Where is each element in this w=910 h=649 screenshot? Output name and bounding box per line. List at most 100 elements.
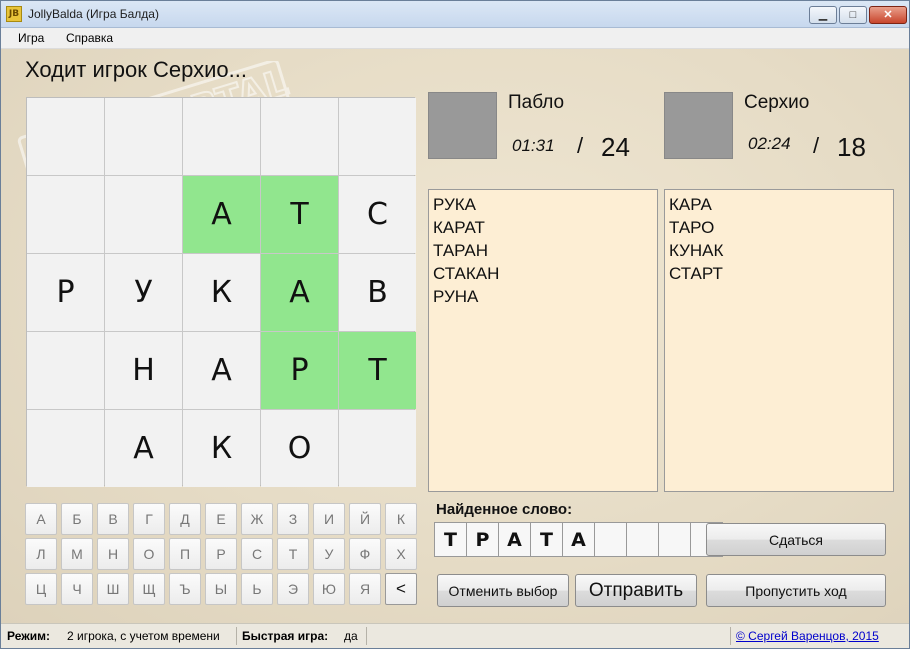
board-cell[interactable] xyxy=(27,176,104,253)
found-letter-cell xyxy=(658,522,691,557)
word-item: КУНАК xyxy=(669,241,724,260)
board-cell[interactable] xyxy=(27,98,104,175)
letter-key[interactable]: О xyxy=(133,538,165,570)
player2-name: Серхио xyxy=(744,92,810,113)
submit-button[interactable]: Отправить xyxy=(575,574,697,607)
board-cell[interactable]: А xyxy=(183,176,260,253)
word-item: СТАКАН xyxy=(433,264,500,283)
status-separator xyxy=(730,627,731,645)
letter-key[interactable]: Ь xyxy=(241,573,273,605)
board-cell[interactable] xyxy=(261,98,338,175)
letter-key[interactable]: В xyxy=(97,503,129,535)
menu-bar: Игра Справка xyxy=(1,28,909,49)
letter-key[interactable]: Г xyxy=(133,503,165,535)
letter-key[interactable]: Д xyxy=(169,503,201,535)
letter-key[interactable]: Р xyxy=(205,538,237,570)
board-cell[interactable]: С xyxy=(339,176,416,253)
found-letter-cell xyxy=(594,522,627,557)
board-cell[interactable] xyxy=(183,98,260,175)
letter-key[interactable]: Я xyxy=(349,573,381,605)
board-cell[interactable]: Н xyxy=(105,332,182,409)
player1-name: Пабло xyxy=(508,92,565,113)
skip-turn-button[interactable]: Пропустить ход xyxy=(706,574,886,607)
board-cell[interactable]: К xyxy=(183,254,260,331)
player1-slash: / xyxy=(577,133,584,158)
backspace-key[interactable]: < xyxy=(385,573,417,605)
board-cell[interactable] xyxy=(27,332,104,409)
close-button[interactable]: ✕ xyxy=(869,6,907,24)
maximize-button[interactable]: □ xyxy=(839,6,867,24)
game-board: АТСРУКАВНАРТАКО xyxy=(26,97,416,487)
letter-key[interactable]: Ф xyxy=(349,538,381,570)
letter-key[interactable]: З xyxy=(277,503,309,535)
board-cell[interactable] xyxy=(339,410,416,487)
player1-word-list[interactable]: РУКА КАРАТ ТАРАН СТАКАН РУНА xyxy=(428,189,658,492)
letter-key[interactable]: У xyxy=(313,538,345,570)
letter-key[interactable]: Ц xyxy=(25,573,57,605)
menu-game[interactable]: Игра xyxy=(18,31,44,45)
quick-game-label: Быстрая игра: xyxy=(242,629,329,643)
letter-key[interactable]: Л xyxy=(25,538,57,570)
board-cell[interactable]: В xyxy=(339,254,416,331)
board-cell[interactable]: А xyxy=(105,410,182,487)
status-bar: Режим: 2 игрока, с учетом времени Быстра… xyxy=(1,623,909,648)
letter-key[interactable]: П xyxy=(169,538,201,570)
letter-key[interactable]: Ж xyxy=(241,503,273,535)
board-cell[interactable]: А xyxy=(261,254,338,331)
board-cell[interactable]: А xyxy=(183,332,260,409)
player2-slash: / xyxy=(813,133,820,158)
letter-key[interactable]: Н xyxy=(97,538,129,570)
found-word-cells: ТРАТА xyxy=(434,522,723,557)
board-cell[interactable]: О xyxy=(261,410,338,487)
player2-time: 02:24 xyxy=(748,134,791,153)
found-letter-cell: Т xyxy=(530,522,563,557)
cancel-selection-button[interactable]: Отменить выбор xyxy=(437,574,569,607)
player1-score: 24 xyxy=(601,132,630,162)
letter-key[interactable]: Э xyxy=(277,573,309,605)
letter-key[interactable]: Й xyxy=(349,503,381,535)
letter-key[interactable]: Е xyxy=(205,503,237,535)
word-item: РУКА xyxy=(433,195,477,214)
surrender-button[interactable]: Сдаться xyxy=(706,523,886,556)
board-cell[interactable]: Т xyxy=(339,332,416,409)
word-item: КАРА xyxy=(669,195,712,214)
letter-key[interactable]: Ъ xyxy=(169,573,201,605)
status-separator xyxy=(236,627,237,645)
found-letter-cell: Р xyxy=(466,522,499,557)
board-cell[interactable]: У xyxy=(105,254,182,331)
board-cell[interactable]: Т xyxy=(261,176,338,253)
menu-help[interactable]: Справка xyxy=(66,31,113,45)
status-separator xyxy=(366,627,367,645)
turn-indicator: Ходит игрок Серхио... xyxy=(25,57,247,82)
board-cell[interactable]: К xyxy=(183,410,260,487)
letter-key[interactable]: Щ xyxy=(133,573,165,605)
letter-key[interactable]: Ш xyxy=(97,573,129,605)
title-bar[interactable]: JB JollyBalda (Игра Балда) ▁ □ ✕ xyxy=(1,1,909,28)
minimize-button[interactable]: ▁ xyxy=(809,6,837,24)
letter-key[interactable]: Х xyxy=(385,538,417,570)
letter-key[interactable]: Т xyxy=(277,538,309,570)
letter-key[interactable]: И xyxy=(313,503,345,535)
board-cell[interactable]: Р xyxy=(27,254,104,331)
board-cell[interactable]: Р xyxy=(261,332,338,409)
board-cell[interactable] xyxy=(105,176,182,253)
app-window: JB JollyBalda (Игра Балда) ▁ □ ✕ Игра Сп… xyxy=(0,0,910,649)
mode-value: 2 игрока, с учетом времени xyxy=(67,629,220,643)
player1-time: 01:31 xyxy=(512,136,555,155)
letter-key[interactable]: Ч xyxy=(61,573,93,605)
found-letter-cell: Т xyxy=(434,522,467,557)
copyright-link[interactable]: © Сергей Варенцов, 2015 xyxy=(736,629,879,643)
letter-key[interactable]: Ю xyxy=(313,573,345,605)
letter-key[interactable]: Ы xyxy=(205,573,237,605)
player2-word-list[interactable]: КАРА ТАРО КУНАК СТАРТ xyxy=(664,189,894,492)
letter-key[interactable]: А xyxy=(25,503,57,535)
letter-key[interactable]: М xyxy=(61,538,93,570)
word-item: РУНА xyxy=(433,287,479,306)
letter-key[interactable]: С xyxy=(241,538,273,570)
board-cell[interactable] xyxy=(27,410,104,487)
word-item: ТАРАН xyxy=(433,241,488,260)
board-cell[interactable] xyxy=(105,98,182,175)
letter-key[interactable]: К xyxy=(385,503,417,535)
board-cell[interactable] xyxy=(339,98,416,175)
letter-key[interactable]: Б xyxy=(61,503,93,535)
